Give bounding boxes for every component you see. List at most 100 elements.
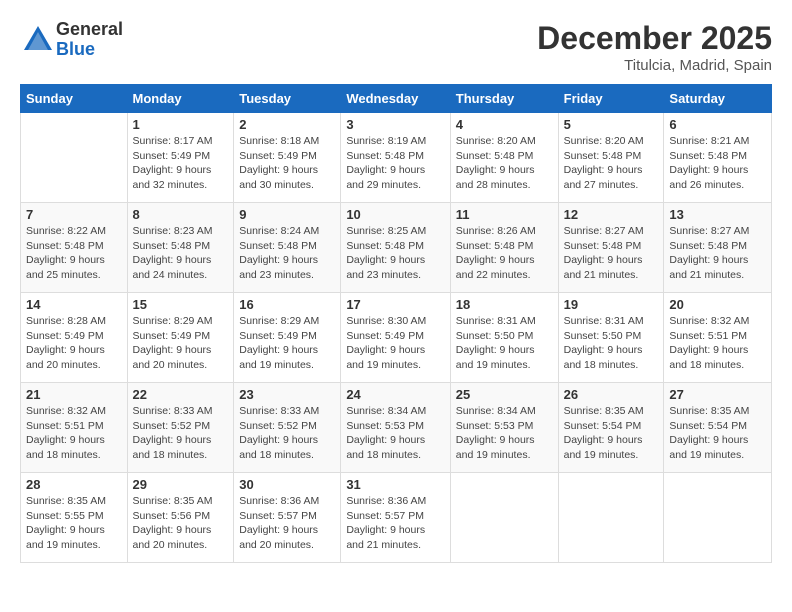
- day-number: 15: [133, 297, 229, 312]
- calendar-cell: 22 Sunrise: 8:33 AM Sunset: 5:52 PM Dayli…: [127, 383, 234, 473]
- calendar-cell: 15 Sunrise: 8:29 AM Sunset: 5:49 PM Dayli…: [127, 293, 234, 383]
- calendar-header-saturday: Saturday: [664, 85, 772, 113]
- calendar-cell: 4 Sunrise: 8:20 AM Sunset: 5:48 PM Daylig…: [450, 113, 558, 203]
- day-info: Sunrise: 8:35 AM Sunset: 5:55 PM Dayligh…: [26, 494, 122, 553]
- calendar-header-sunday: Sunday: [21, 85, 128, 113]
- logo-icon: [20, 22, 56, 58]
- day-number: 6: [669, 117, 766, 132]
- calendar-cell: 26 Sunrise: 8:35 AM Sunset: 5:54 PM Dayli…: [558, 383, 664, 473]
- day-number: 1: [133, 117, 229, 132]
- calendar-cell: 25Sunrise: 8:34 AM Sunset: 5:53 PM Dayli…: [450, 383, 558, 473]
- logo-blue: Blue: [56, 40, 123, 60]
- day-info: Sunrise: 8:31 AM Sunset: 5:50 PM Dayligh…: [564, 314, 659, 373]
- day-info: Sunrise: 8:31 AM Sunset: 5:50 PM Dayligh…: [456, 314, 553, 373]
- day-number: 24: [346, 387, 444, 402]
- day-info: Sunrise: 8:32 AM Sunset: 5:51 PM Dayligh…: [669, 314, 766, 373]
- day-number: 12: [564, 207, 659, 222]
- calendar-cell: 24Sunrise: 8:34 AM Sunset: 5:53 PM Dayli…: [341, 383, 450, 473]
- day-info: Sunrise: 8:20 AM Sunset: 5:48 PM Dayligh…: [564, 134, 659, 193]
- day-info: Sunrise: 8:25 AM Sunset: 5:48 PM Dayligh…: [346, 224, 444, 283]
- day-info: Sunrise: 8:35 AM Sunset: 5:56 PM Dayligh…: [133, 494, 229, 553]
- day-info: Sunrise: 8:22 AM Sunset: 5:48 PM Dayligh…: [26, 224, 122, 283]
- day-number: 13: [669, 207, 766, 222]
- calendar-cell: 29Sunrise: 8:35 AM Sunset: 5:56 PM Dayli…: [127, 473, 234, 563]
- week-row-5: 28Sunrise: 8:35 AM Sunset: 5:55 PM Dayli…: [21, 473, 772, 563]
- week-row-3: 14Sunrise: 8:28 AM Sunset: 5:49 PM Dayli…: [21, 293, 772, 383]
- title-block: December 2025 Titulcia, Madrid, Spain: [537, 20, 772, 74]
- day-info: Sunrise: 8:29 AM Sunset: 5:49 PM Dayligh…: [239, 314, 335, 373]
- day-number: 26: [564, 387, 659, 402]
- calendar-cell: 27 Sunrise: 8:35 AM Sunset: 5:54 PM Dayli…: [664, 383, 772, 473]
- day-info: Sunrise: 8:30 AM Sunset: 5:49 PM Dayligh…: [346, 314, 444, 373]
- calendar-cell: 31 Sunrise: 8:36 AM Sunset: 5:57 PM Dayli…: [341, 473, 450, 563]
- calendar-table: SundayMondayTuesdayWednesdayThursdayFrid…: [20, 84, 772, 563]
- day-number: 19: [564, 297, 659, 312]
- day-info: Sunrise: 8:27 AM Sunset: 5:48 PM Dayligh…: [564, 224, 659, 283]
- day-info: Sunrise: 8:33 AM Sunset: 5:52 PM Dayligh…: [239, 404, 335, 463]
- day-number: 20: [669, 297, 766, 312]
- calendar-cell: 3Sunrise: 8:19 AM Sunset: 5:48 PM Daylig…: [341, 113, 450, 203]
- calendar-header-tuesday: Tuesday: [234, 85, 341, 113]
- calendar-cell: [558, 473, 664, 563]
- day-number: 7: [26, 207, 122, 222]
- day-info: Sunrise: 8:35 AM Sunset: 5:54 PM Dayligh…: [564, 404, 659, 463]
- calendar-cell: 18 Sunrise: 8:31 AM Sunset: 5:50 PM Dayli…: [450, 293, 558, 383]
- day-info: Sunrise: 8:32 AM Sunset: 5:51 PM Dayligh…: [26, 404, 122, 463]
- calendar-cell: 14Sunrise: 8:28 AM Sunset: 5:49 PM Dayli…: [21, 293, 128, 383]
- day-info: Sunrise: 8:26 AM Sunset: 5:48 PM Dayligh…: [456, 224, 553, 283]
- day-number: 11: [456, 207, 553, 222]
- day-number: 8: [133, 207, 229, 222]
- day-info: Sunrise: 8:28 AM Sunset: 5:49 PM Dayligh…: [26, 314, 122, 373]
- day-info: Sunrise: 8:27 AM Sunset: 5:48 PM Dayligh…: [669, 224, 766, 283]
- calendar-cell: 7 Sunrise: 8:22 AM Sunset: 5:48 PM Daylig…: [21, 203, 128, 293]
- day-number: 18: [456, 297, 553, 312]
- logo: General Blue: [20, 20, 123, 60]
- calendar-cell: 30Sunrise: 8:36 AM Sunset: 5:57 PM Dayli…: [234, 473, 341, 563]
- calendar-cell: 20 Sunrise: 8:32 AM Sunset: 5:51 PM Dayli…: [664, 293, 772, 383]
- location: Titulcia, Madrid, Spain: [537, 57, 772, 74]
- calendar-header-friday: Friday: [558, 85, 664, 113]
- calendar-cell: [450, 473, 558, 563]
- day-number: 23: [239, 387, 335, 402]
- day-info: Sunrise: 8:36 AM Sunset: 5:57 PM Dayligh…: [346, 494, 444, 553]
- week-row-4: 21 Sunrise: 8:32 AM Sunset: 5:51 PM Dayli…: [21, 383, 772, 473]
- calendar-cell: 17Sunrise: 8:30 AM Sunset: 5:49 PM Dayli…: [341, 293, 450, 383]
- day-number: 25: [456, 387, 553, 402]
- day-number: 10: [346, 207, 444, 222]
- day-info: Sunrise: 8:23 AM Sunset: 5:48 PM Dayligh…: [133, 224, 229, 283]
- day-number: 27: [669, 387, 766, 402]
- calendar-cell: [21, 113, 128, 203]
- day-number: 4: [456, 117, 553, 132]
- calendar-header-row: SundayMondayTuesdayWednesdayThursdayFrid…: [21, 85, 772, 113]
- calendar-cell: 21 Sunrise: 8:32 AM Sunset: 5:51 PM Dayli…: [21, 383, 128, 473]
- month-title: December 2025: [537, 20, 772, 57]
- calendar-cell: 5Sunrise: 8:20 AM Sunset: 5:48 PM Daylig…: [558, 113, 664, 203]
- calendar-cell: 28Sunrise: 8:35 AM Sunset: 5:55 PM Dayli…: [21, 473, 128, 563]
- day-info: Sunrise: 8:21 AM Sunset: 5:48 PM Dayligh…: [669, 134, 766, 193]
- day-number: 22: [133, 387, 229, 402]
- day-info: Sunrise: 8:33 AM Sunset: 5:52 PM Dayligh…: [133, 404, 229, 463]
- calendar-cell: 1 Sunrise: 8:17 AM Sunset: 5:49 PM Daylig…: [127, 113, 234, 203]
- calendar-cell: 10 Sunrise: 8:25 AM Sunset: 5:48 PM Dayli…: [341, 203, 450, 293]
- day-info: Sunrise: 8:35 AM Sunset: 5:54 PM Dayligh…: [669, 404, 766, 463]
- logo-general: General: [56, 20, 123, 40]
- calendar-cell: 13 Sunrise: 8:27 AM Sunset: 5:48 PM Dayli…: [664, 203, 772, 293]
- day-number: 31: [346, 477, 444, 492]
- week-row-1: 1 Sunrise: 8:17 AM Sunset: 5:49 PM Daylig…: [21, 113, 772, 203]
- day-number: 21: [26, 387, 122, 402]
- day-info: Sunrise: 8:24 AM Sunset: 5:48 PM Dayligh…: [239, 224, 335, 283]
- calendar-cell: [664, 473, 772, 563]
- day-info: Sunrise: 8:29 AM Sunset: 5:49 PM Dayligh…: [133, 314, 229, 373]
- calendar-cell: 6 Sunrise: 8:21 AM Sunset: 5:48 PM Daylig…: [664, 113, 772, 203]
- day-number: 2: [239, 117, 335, 132]
- calendar-cell: 12 Sunrise: 8:27 AM Sunset: 5:48 PM Dayli…: [558, 203, 664, 293]
- calendar-cell: 16 Sunrise: 8:29 AM Sunset: 5:49 PM Dayli…: [234, 293, 341, 383]
- day-info: Sunrise: 8:17 AM Sunset: 5:49 PM Dayligh…: [133, 134, 229, 193]
- day-info: Sunrise: 8:20 AM Sunset: 5:48 PM Dayligh…: [456, 134, 553, 193]
- calendar-cell: 19 Sunrise: 8:31 AM Sunset: 5:50 PM Dayli…: [558, 293, 664, 383]
- day-number: 16: [239, 297, 335, 312]
- calendar-header-monday: Monday: [127, 85, 234, 113]
- calendar-header-thursday: Thursday: [450, 85, 558, 113]
- calendar-cell: 23 Sunrise: 8:33 AM Sunset: 5:52 PM Dayli…: [234, 383, 341, 473]
- day-number: 9: [239, 207, 335, 222]
